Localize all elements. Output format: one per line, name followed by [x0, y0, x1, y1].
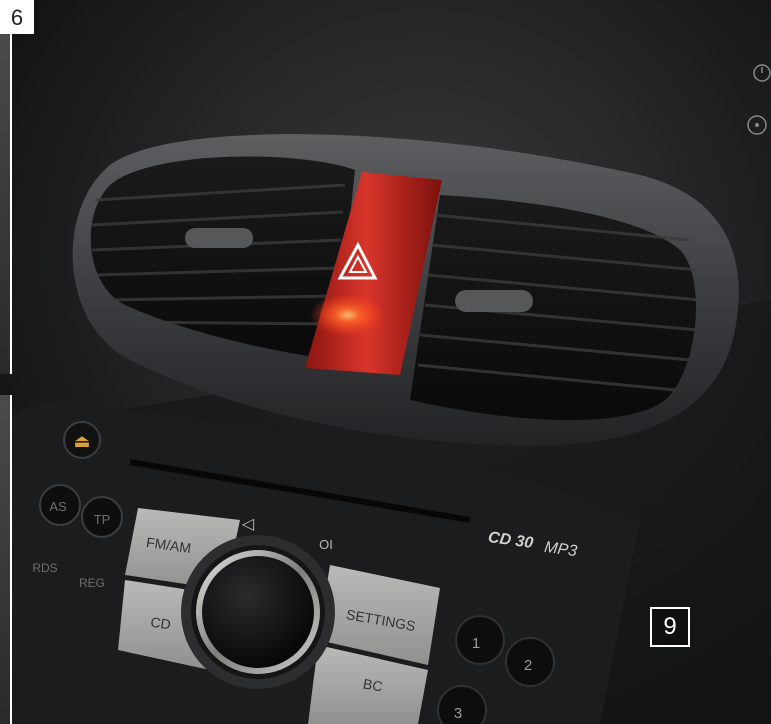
preset-2-label: 2 — [524, 657, 532, 674]
volume-knob[interactable] — [181, 535, 335, 689]
rds-label: RDS — [32, 561, 57, 575]
right-vent-adjuster[interactable] — [455, 290, 533, 312]
reg-label: REG — [79, 576, 105, 590]
tp-label: TP — [94, 512, 111, 527]
cd-label: CD — [150, 614, 172, 633]
eject-icon: ⏏ — [73, 431, 90, 451]
figure-label: 9 — [650, 607, 690, 647]
left-vent-adjuster[interactable] — [185, 228, 253, 248]
adjacent-photo-strip-top — [0, 34, 12, 374]
as-label: AS — [49, 499, 67, 514]
preset-1-label: 1 — [472, 635, 480, 652]
preset-3-label: 3 — [454, 705, 462, 722]
back-arrow-icon: ◁ — [242, 516, 255, 533]
bc-label: BC — [362, 676, 384, 695]
power-icon: OI — [319, 537, 333, 552]
page-number: 6 — [0, 0, 34, 34]
adjacent-photo-strip-bottom — [0, 395, 12, 724]
